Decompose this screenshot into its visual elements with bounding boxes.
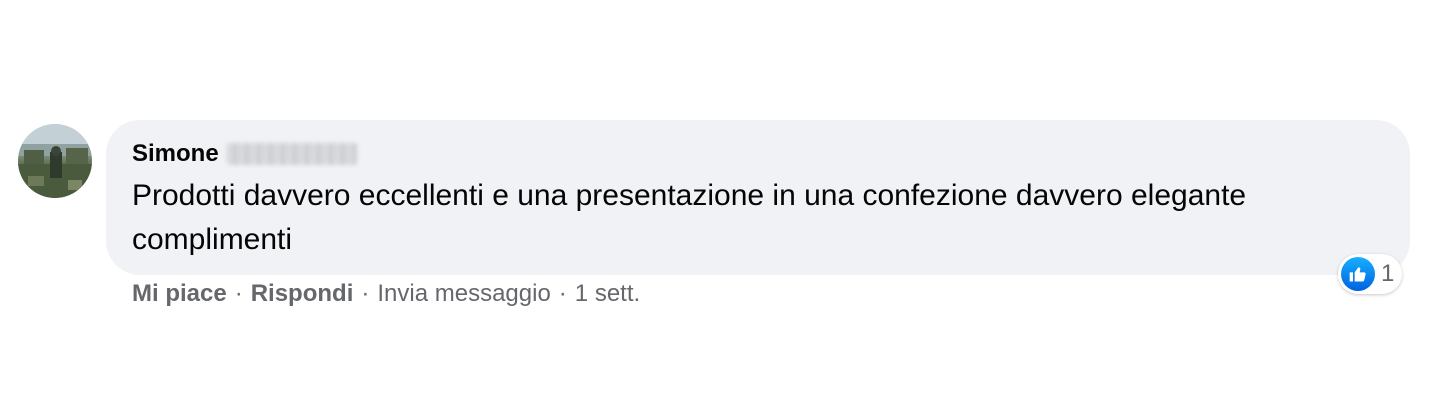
reply-button[interactable]: Rispondi <box>251 280 354 308</box>
separator-dot: · <box>234 280 243 307</box>
separator-dot: · <box>361 280 370 307</box>
like-button[interactable]: Mi piace <box>132 280 227 308</box>
comment-bubble: Simone Prodotti davvero eccellenti e una… <box>106 120 1410 275</box>
reaction-summary[interactable]: 1 <box>1338 254 1403 294</box>
comment-timestamp[interactable]: 1 sett. <box>575 280 640 308</box>
avatar-photo <box>18 124 92 198</box>
avatar[interactable] <box>18 124 92 198</box>
comment-text: Prodotti davvero eccellenti e una presen… <box>132 179 1247 256</box>
comment: Simone Prodotti davvero eccellenti e una… <box>18 120 1418 320</box>
author-first-name[interactable]: Simone <box>132 140 219 168</box>
send-message-link[interactable]: Invia messaggio <box>377 280 550 308</box>
like-icon <box>1341 257 1375 291</box>
reaction-count: 1 <box>1381 260 1395 287</box>
comment-author[interactable]: Simone <box>132 140 357 168</box>
comment-actions: Mi piace · Rispondi · Invia messaggio · … <box>132 280 640 308</box>
author-surname-redacted <box>226 143 357 165</box>
separator-dot: · <box>558 280 567 307</box>
